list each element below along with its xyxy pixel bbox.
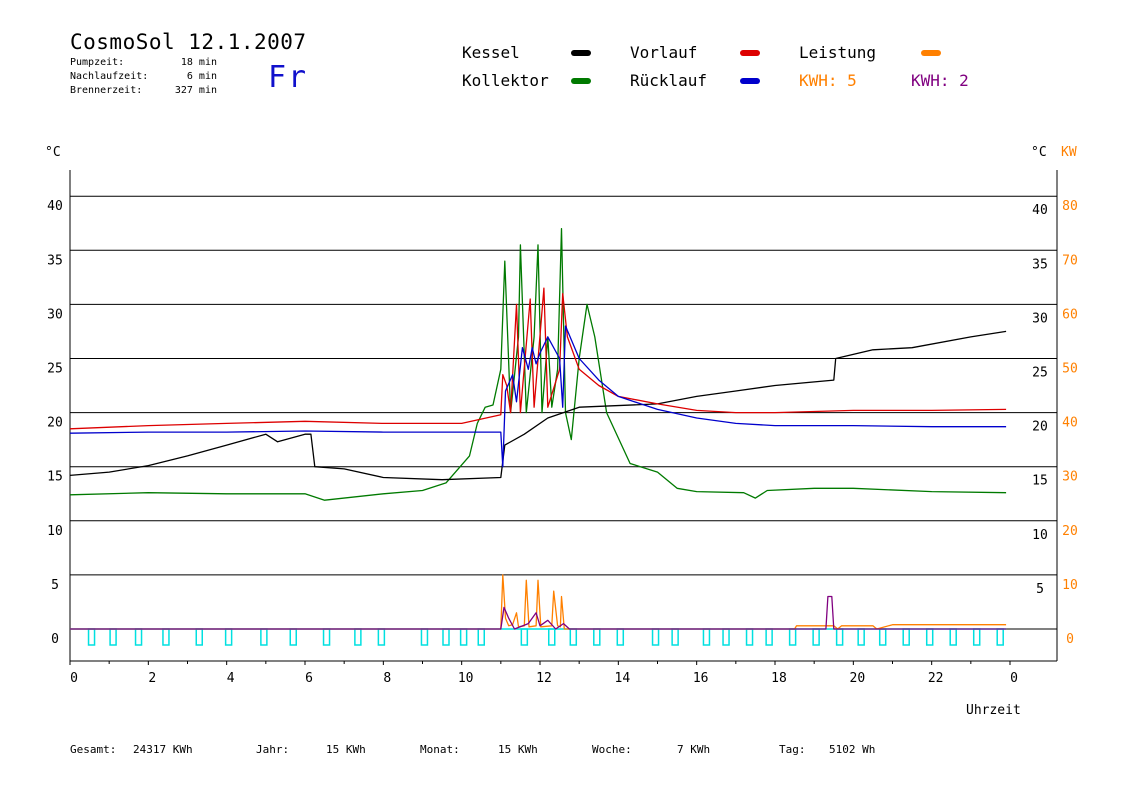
y-left-tick-label: 10 xyxy=(47,524,63,539)
x-tick-label: 18 xyxy=(771,671,787,686)
pump-pulse xyxy=(949,628,957,646)
y-left-tick-label: 25 xyxy=(47,362,63,377)
pump-pulse xyxy=(224,628,233,646)
pump-pulse xyxy=(289,628,297,646)
y-right-c-tick-label: 10 xyxy=(1032,528,1048,543)
pump-pulse xyxy=(322,628,331,646)
pump-pulse xyxy=(420,628,429,646)
y-right-kw-tick-label: 70 xyxy=(1062,253,1078,268)
pump-pulse xyxy=(520,628,529,646)
x-tick-label: 0 xyxy=(1010,671,1018,686)
y-right-c-tick-label: 15 xyxy=(1032,474,1048,489)
x-tick-label: 16 xyxy=(693,671,709,686)
pump-pulse xyxy=(651,628,660,646)
pump-pulse xyxy=(972,628,981,646)
y-left-tick-label: 40 xyxy=(47,199,63,214)
pump-pulse xyxy=(702,628,711,646)
pump-pulse xyxy=(569,628,578,646)
pump-pulse xyxy=(377,628,386,646)
footer-gesamt-value: 24317 KWh xyxy=(133,743,193,756)
x-tick-label: 0 xyxy=(70,671,78,686)
x-tick-label: 22 xyxy=(928,671,944,686)
temperature-chart: 0 2 4 6 8 10 12 14 16 18 20 22 0 0 5 10 15 20 25 30 35 40 5 10 1… xyxy=(45,145,1078,718)
y-right-c-tick-label: 30 xyxy=(1032,311,1048,326)
x-tick-label: 4 xyxy=(227,671,235,686)
footer-tag-label: Tag: xyxy=(779,743,806,756)
y-right-kw-tick-label: 80 xyxy=(1062,199,1078,214)
pump-pulse xyxy=(812,628,820,646)
pump-pulse xyxy=(442,628,450,646)
y-right-kw-tick-label: 0 xyxy=(1066,632,1074,647)
footer-monat-value: 15 KWh xyxy=(498,743,538,756)
x-axis-title: Uhrzeit xyxy=(966,703,1021,718)
pump-pulse xyxy=(878,628,887,646)
y-right-c-tick-label: 25 xyxy=(1032,366,1048,381)
pump-pulse xyxy=(765,628,773,646)
pump-pulse xyxy=(195,628,203,646)
pump-pulse xyxy=(722,628,730,646)
y-left-tick-label: 15 xyxy=(47,470,63,485)
y-right-unit-kw: KW xyxy=(1061,145,1077,160)
series-line-kwh2 xyxy=(70,595,1007,630)
pump-pulse xyxy=(593,628,601,646)
pump-pulse xyxy=(616,628,625,646)
y-right-c-tick-label: 35 xyxy=(1032,257,1048,272)
y-left-tick-label: 35 xyxy=(47,253,63,268)
pump-pulse xyxy=(109,628,117,646)
y-right-kw-tick-label: 50 xyxy=(1062,362,1078,377)
x-tick-label: 12 xyxy=(536,671,552,686)
y-right-kw-tick-label: 20 xyxy=(1062,524,1078,539)
pump-pulse xyxy=(134,628,143,646)
pump-pulse xyxy=(996,628,1004,646)
pump-pulse xyxy=(87,628,96,646)
y-right-kw-tick-label: 30 xyxy=(1062,470,1078,485)
x-tick-label: 8 xyxy=(383,671,391,686)
pump-pulse xyxy=(477,628,485,646)
pump-pulse xyxy=(548,628,556,646)
x-tick-label: 2 xyxy=(148,671,156,686)
y-right-kw-tick-label: 10 xyxy=(1062,578,1078,593)
pump-pulse xyxy=(857,628,865,646)
y-right-kw-tick-label: 60 xyxy=(1062,307,1078,322)
pump-pulse xyxy=(671,628,679,646)
x-tick-label: 14 xyxy=(615,671,631,686)
footer-tag-value: 5102 Wh xyxy=(829,743,876,756)
x-tick-label: 6 xyxy=(305,671,313,686)
footer-monat-label: Monat: xyxy=(420,743,460,756)
y-right-c-tick-label: 20 xyxy=(1032,420,1048,435)
y-left-tick-label: 20 xyxy=(47,416,63,431)
y-right-c-tick-label: 5 xyxy=(1036,582,1044,597)
pump-pulse xyxy=(354,628,362,646)
x-tick-label: 10 xyxy=(458,671,474,686)
y-right-c-tick-label: 40 xyxy=(1032,203,1048,218)
x-tick-label: 20 xyxy=(850,671,866,686)
footer-woche-label: Woche: xyxy=(592,743,632,756)
y-right-kw-tick-label: 40 xyxy=(1062,416,1078,431)
footer-woche-value: 7 KWh xyxy=(677,743,711,756)
footer-gesamt-label: Gesamt: xyxy=(70,743,117,756)
footer-jahr-value: 15 KWh xyxy=(326,743,366,756)
pump-pulse xyxy=(162,628,170,646)
pump-pulse xyxy=(745,628,754,646)
pump-pulse xyxy=(925,628,934,646)
pump-pulse xyxy=(902,628,910,646)
pump-pulse xyxy=(835,628,844,646)
y-right-unit-c: °C xyxy=(1031,145,1047,160)
pump-pulse xyxy=(788,628,797,646)
y-left-tick-label: 30 xyxy=(47,307,63,322)
pump-pulse xyxy=(260,628,268,646)
pump-pulse xyxy=(459,628,468,646)
footer-jahr-label: Jahr: xyxy=(256,743,290,756)
y-left-tick-label: 5 xyxy=(51,578,59,593)
y-left-unit: °C xyxy=(45,145,61,160)
y-left-tick-label: 0 xyxy=(51,632,59,647)
series-line-ruecklauf xyxy=(69,325,1007,468)
